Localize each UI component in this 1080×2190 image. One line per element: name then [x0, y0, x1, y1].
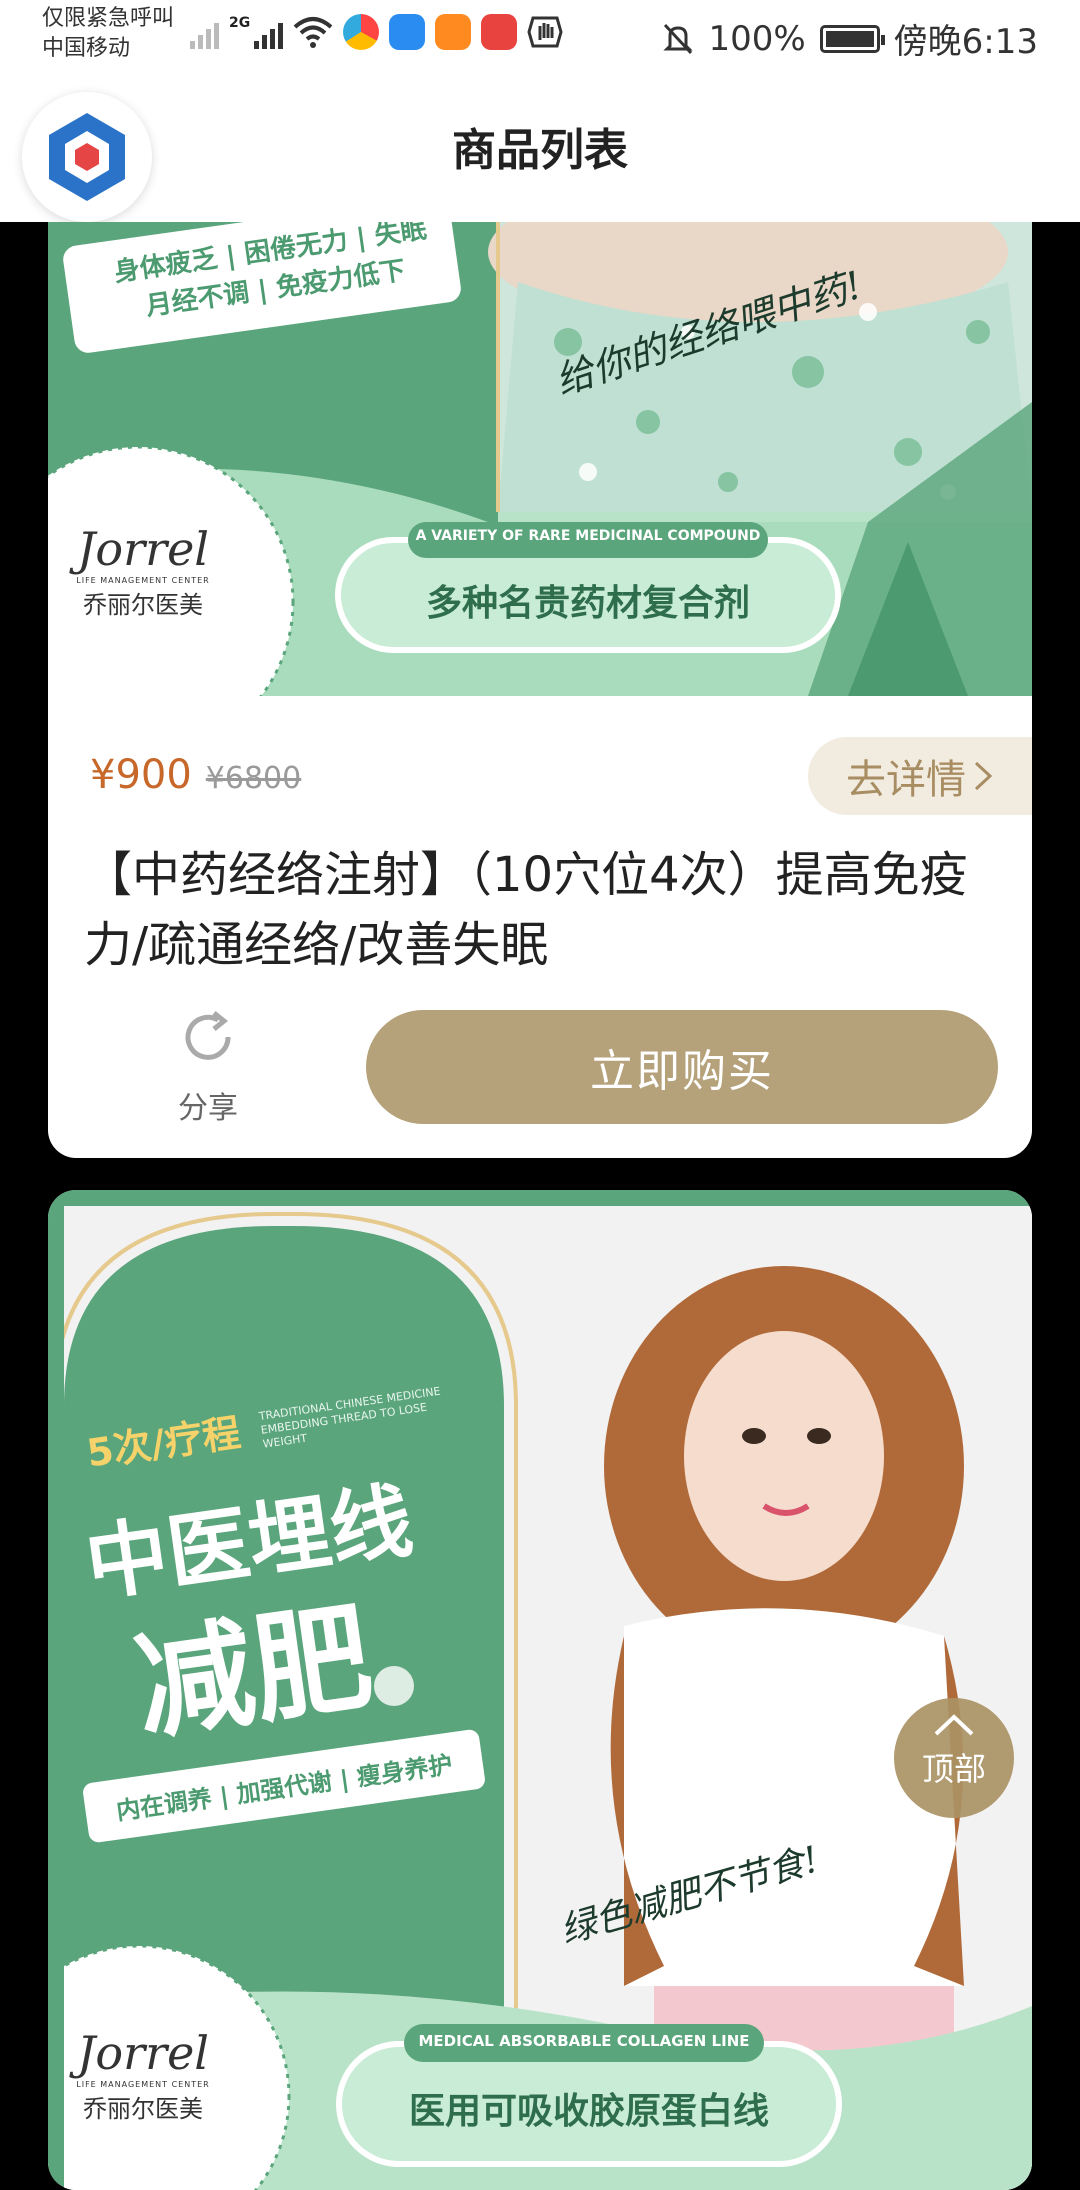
- product-card[interactable]: 身体疲乏 | 困倦无力 | 失眠 月经不调 | 免疫力低下 给你的经络喂中药! …: [48, 222, 1032, 1158]
- brand-cn: 乔丽尔医美: [83, 2095, 203, 2123]
- brand-small: LIFE MANAGEMENT CENTER: [76, 576, 210, 585]
- price-row: ¥900 ¥6800: [90, 752, 301, 798]
- brand-cn: 乔丽尔医美: [83, 591, 203, 619]
- product-banner[interactable]: 5次/疗程 TRADITIONAL CHINESE MEDICINE EMBED…: [64, 1206, 1032, 2190]
- pill-cn: 医用可吸收胶原蛋白线: [408, 2091, 769, 2132]
- chevron-up-icon: [934, 1714, 974, 1736]
- share-label: 分享: [178, 1091, 238, 1126]
- emergency-text: 仅限紧急呼叫: [42, 6, 175, 31]
- cellular-signal-icon: [254, 15, 284, 49]
- signal-icons: 2G: [190, 14, 563, 50]
- detail-button[interactable]: 去详情: [808, 737, 1032, 815]
- video-app-icon: [435, 14, 472, 50]
- mute-bell-icon: [663, 23, 694, 54]
- chat-app-icon: [389, 14, 426, 50]
- network-type-label: 2G: [229, 15, 251, 31]
- gesture-hand-icon: [527, 16, 563, 48]
- buy-now-label: 立即购买: [590, 1046, 774, 1097]
- chevron-right-icon: [974, 761, 993, 791]
- status-bar: 仅限紧急呼叫 中国移动 2G 100% 傍晚6:13: [0, 0, 1080, 72]
- share-button[interactable]: 分享: [158, 1007, 258, 1127]
- sale-price: ¥900: [90, 752, 192, 798]
- status-right: 100% 傍晚6:13: [662, 14, 1038, 63]
- carrier-info: 仅限紧急呼叫 中国移动: [42, 4, 174, 64]
- original-price: ¥6800: [205, 761, 302, 796]
- pill-cn: 多种名贵药材复合剂: [425, 583, 750, 624]
- page-title: 商品列表: [452, 125, 628, 176]
- carrier-name: 中国移动: [42, 36, 131, 61]
- browser-app-icon: [343, 14, 380, 50]
- battery-percent: 100%: [708, 18, 806, 59]
- product-card[interactable]: 5次/疗程 TRADITIONAL CHINESE MEDICINE EMBED…: [48, 1190, 1032, 2190]
- share-icon: [185, 1011, 231, 1060]
- banner-headline-2: 减肥: [126, 1586, 380, 1757]
- product-title: 【中药经络注射】（10穴位4次）提高免疫力/疏通经络/改善失眠: [84, 847, 968, 973]
- brand-script: Jorrel: [76, 522, 210, 576]
- app-header: 商品列表: [0, 72, 1080, 222]
- brand-logo: Jorrel LIFE MANAGEMENT CENTER 乔丽尔医美: [58, 522, 228, 620]
- no-sim-signal-icon: [190, 15, 219, 49]
- back-to-top-label: 顶部: [921, 1750, 986, 1788]
- battery-icon: [819, 24, 885, 53]
- pill-en: A VARIETY OF RARE MEDICINAL COMPOUND: [415, 528, 761, 544]
- clock: 傍晚6:13: [893, 22, 1038, 62]
- pill-en: MEDICAL ABSORBABLE COLLAGEN LINE: [418, 2032, 750, 2050]
- product-banner[interactable]: 身体疲乏 | 困倦无力 | 失眠 月经不调 | 免疫力低下 给你的经络喂中药! …: [48, 222, 1032, 696]
- buy-now-button[interactable]: 立即购买: [366, 1010, 998, 1124]
- back-to-top-button[interactable]: 顶部: [894, 1698, 1014, 1818]
- wifi-icon: [293, 17, 333, 48]
- huawei-app-icon: [481, 14, 518, 50]
- detail-button-label: 去详情: [846, 757, 966, 803]
- brand-small: LIFE MANAGEMENT CENTER: [76, 2080, 210, 2089]
- brand-script: Jorrel: [76, 2026, 210, 2080]
- brand-logo: Jorrel LIFE MANAGEMENT CENTER 乔丽尔医美: [64, 2026, 228, 2124]
